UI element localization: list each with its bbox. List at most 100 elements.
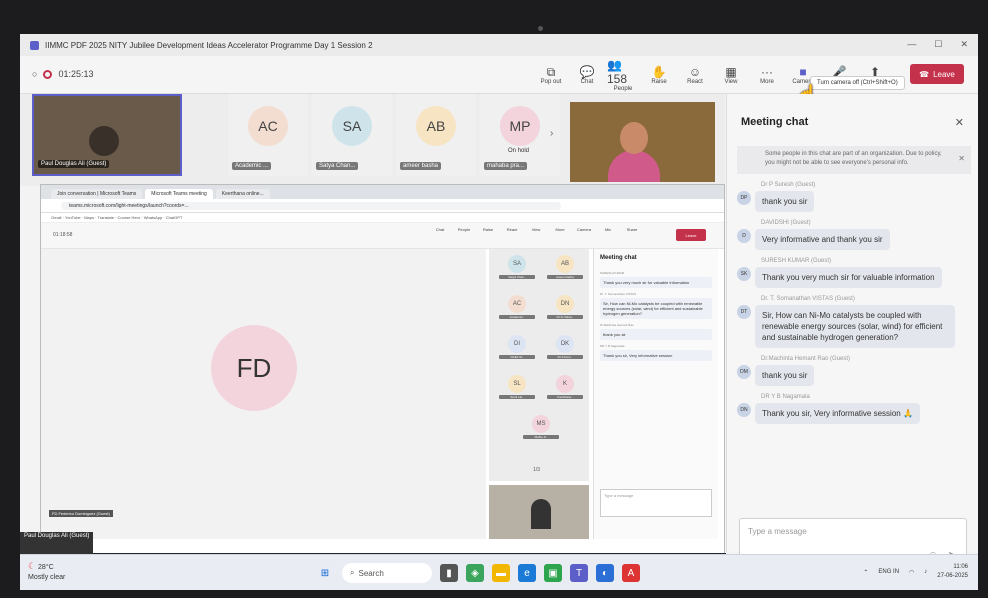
leave-label: Leave — [933, 69, 955, 79]
inner-chat-input: Type a message — [600, 489, 712, 517]
inner-chat-text: thank you sir — [600, 329, 712, 340]
close-notice-icon[interactable]: ✕ — [958, 154, 965, 163]
people-icon: 👥 158 — [607, 58, 628, 86]
chat-author: Dr P Suresh (Guest) — [761, 182, 816, 188]
chat-bubble[interactable]: Very informative and thank you sir — [755, 229, 890, 250]
inner-tool: People — [457, 227, 471, 232]
inner-chat-author: SURESH KUMAR — [600, 271, 625, 275]
leave-button[interactable]: ☎ Leave — [910, 64, 964, 84]
pdf-icon[interactable]: A — [622, 564, 640, 582]
participant-avatar: AB — [416, 106, 456, 146]
chat-message: DAVIDSHI (Guest) D Very informative and th… — [737, 220, 973, 250]
raise-icon: ✋ — [651, 65, 667, 79]
chat-message-row: DM thank you sir — [737, 365, 973, 386]
store-icon[interactable]: ▣ — [544, 564, 562, 582]
toolbar-label: View — [724, 79, 738, 85]
participant-name: Academic ... — [232, 162, 272, 170]
pager: 1/3 — [533, 467, 540, 473]
participant-name: Satya Chan... — [316, 162, 359, 170]
volume-icon[interactable]: ♪ — [924, 569, 927, 575]
weather-widget[interactable]: ☾ 28°C Mostly clear — [28, 561, 65, 583]
self-video-tile[interactable]: Paul Douglas Ali (Guest) — [32, 94, 182, 176]
participant-tile[interactable]: AB ameer basha — [396, 94, 476, 176]
chat-bubble[interactable]: Sir, How can Ni-Mo catalysts be coupled … — [755, 305, 955, 348]
toolbar-chat-button[interactable]: 💬 Chat — [571, 60, 603, 90]
chat-author: SURESH KUMAR (Guest) — [761, 258, 832, 264]
inner-tool: Camera — [576, 227, 592, 232]
inner-name: DCE1 M.. — [499, 355, 535, 359]
chat-placeholder: Type a message — [748, 527, 807, 536]
chat-message: SURESH KUMAR (Guest) SK Thank you very muc… — [737, 258, 973, 288]
inner-participant-tile: AB ameer basha — [543, 255, 587, 285]
chat-message: DR Y B Nagamala DN Thank you sir, Very inf… — [737, 394, 973, 424]
clock[interactable]: 11:06 27-06-2025 — [937, 563, 968, 581]
participant-avatar: MP — [500, 106, 540, 146]
chat-bubble[interactable]: thank you sir — [755, 191, 815, 212]
person-body — [608, 150, 660, 182]
language-indicator[interactable]: ENG IN — [878, 569, 899, 575]
recording-icon — [43, 69, 53, 79]
wifi-icon[interactable]: ◠ — [909, 569, 914, 576]
chat-author: DAVIDSHI (Guest) — [761, 220, 811, 226]
toolbar-view-button[interactable]: ▦ View — [715, 60, 747, 90]
participant-name: ameer basha — [400, 162, 442, 170]
inner-chat-title: Meeting chat — [600, 255, 637, 261]
start-icon[interactable]: ⊞ — [316, 564, 334, 582]
chat-bubble[interactable]: Thank you very much sir for valuable inf… — [755, 267, 942, 288]
copilot-icon[interactable]: ◈ — [466, 564, 484, 582]
taskbar-search[interactable]: ⌕ Search — [342, 563, 432, 583]
bookmarks-bar: Gmail · YouTube · Maps · Translate · Cou… — [41, 213, 724, 223]
temperature: 28°C — [38, 564, 54, 571]
toolbar-react-button[interactable]: ☺ React — [679, 60, 711, 90]
phone-hangup-icon: ☎ — [919, 69, 930, 79]
participant-tile[interactable]: SA Satya Chan... — [312, 94, 392, 176]
chevron-right-icon[interactable]: › — [550, 128, 553, 139]
chat-message: Dr. T. Somanathan VISTAS (Guest) DT Sir, H… — [737, 296, 973, 348]
inner-chat-text: Thank you sir, Very informative session — [600, 350, 712, 361]
meet-icon[interactable]: ◐ — [596, 564, 614, 582]
chat-author: Dr. T. Somanathan VISTAS (Guest) — [761, 296, 855, 302]
toolbar-pop-out-button[interactable]: ⧉ Pop out — [535, 60, 567, 90]
chat-bubble[interactable]: Thank you sir, Very informative session … — [755, 403, 920, 424]
chat-bubble[interactable]: thank you sir — [755, 365, 815, 386]
minimize-button[interactable]: — — [907, 39, 916, 50]
toolbar-raise-button[interactable]: ✋ Raise — [643, 60, 675, 90]
inner-avatar: SL — [508, 375, 526, 393]
person-face — [620, 122, 648, 154]
inner-name: Sunil Lal.. — [499, 395, 535, 399]
windows-taskbar: ☾ 28°C Mostly clear ⊞ ⌕ Search ▮ ◈ ▬ e ▣… — [20, 554, 978, 590]
inner-tool: React — [506, 227, 518, 232]
participant-avatar: AC — [248, 106, 288, 146]
edge-icon[interactable]: e — [518, 564, 536, 582]
inner-avatar: K — [556, 375, 574, 393]
toolbar-people-button[interactable]: 👥 158 People — [607, 58, 639, 92]
stage-label: FD Federico Dominguez (Guest) — [49, 510, 113, 517]
teams-taskbar-icon[interactable]: T — [570, 564, 588, 582]
chat-avatar: DT — [737, 305, 751, 319]
inner-participant-tile: K Kanchana.. — [543, 375, 587, 405]
date: 27-06-2025 — [937, 573, 968, 579]
participant-tile[interactable]: MP mahaba pra... On hold — [480, 94, 560, 176]
browser-address-bar: teams.microsoft.com/light-meetings/launc… — [41, 199, 724, 213]
inner-video-tile — [489, 485, 589, 539]
laptop-bezel: IIMMC PDF 2025 NITY Jubilee Development … — [0, 0, 988, 598]
participant-video-tile[interactable] — [570, 102, 715, 182]
inner-participant-grid: 1/3 SA Satya Chan.. AB ameer basha AC Academi… — [489, 249, 589, 481]
participant-tile[interactable]: AC Academic ... — [228, 94, 308, 176]
react-icon: ☺ — [688, 65, 702, 79]
teams-icon — [30, 40, 39, 50]
close-icon[interactable]: ✕ — [955, 116, 964, 129]
maximize-button[interactable]: ☐ — [934, 39, 942, 50]
inner-tool: Chat — [435, 227, 445, 232]
participant-strip: Paul Douglas Ali (Guest) AC Academic ... S… — [20, 94, 725, 186]
close-window-button[interactable]: ✕ — [960, 39, 968, 50]
chevron-up-icon[interactable]: ⌃ — [863, 569, 868, 576]
file-explorer-icon[interactable]: ▬ — [492, 564, 510, 582]
toolbar-more-button[interactable]: ··· More — [751, 60, 783, 90]
inner-tool: More — [555, 227, 565, 232]
task-view-icon[interactable]: ▮ — [440, 564, 458, 582]
inner-chat-author: DR Y B Nagamala — [600, 344, 625, 348]
search-label: Search — [358, 568, 384, 578]
chat-title: Meeting chat — [741, 116, 809, 128]
view-icon: ▦ — [725, 65, 737, 79]
